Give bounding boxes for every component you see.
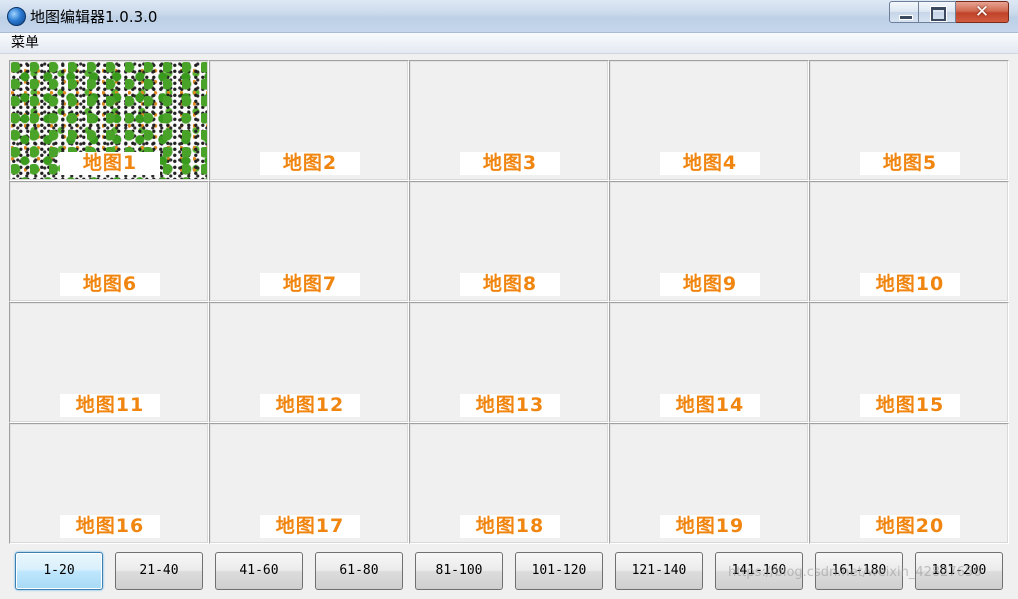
page-range-button[interactable]: 161-180 xyxy=(815,552,903,590)
page-range-button[interactable]: 1-20 xyxy=(15,552,103,590)
map-tile-label: 地图14 xyxy=(660,394,760,417)
map-tile[interactable]: 地图15 xyxy=(809,302,1009,423)
globe-icon xyxy=(7,7,26,26)
map-tile[interactable]: 地图2 xyxy=(209,60,409,181)
minimize-icon xyxy=(899,15,913,20)
page-range-button[interactable]: 141-160 xyxy=(715,552,803,590)
page-range-button[interactable]: 181-200 xyxy=(915,552,1003,590)
close-button[interactable]: ✕ xyxy=(956,1,1009,23)
map-tile-label: 地图19 xyxy=(660,515,760,538)
map-tile-label: 地图12 xyxy=(260,394,360,417)
map-tile-label: 地图7 xyxy=(260,273,360,296)
map-tile-label: 地图20 xyxy=(860,515,960,538)
map-tile-label: 地图17 xyxy=(260,515,360,538)
map-tile[interactable]: 地图5 xyxy=(809,60,1009,181)
map-tile[interactable]: 地图7 xyxy=(209,181,409,302)
map-tile-label: 地图1 xyxy=(60,152,160,175)
map-editor-window: 地图编辑器1.0.3.0 ✕ 菜单 地图1 地图2 地图3 地图4 地图5 地图6 地图7 地… xyxy=(0,0,1018,599)
map-tile-label: 地图8 xyxy=(460,273,560,296)
map-tile[interactable]: 地图12 xyxy=(209,302,409,423)
map-tile-label: 地图9 xyxy=(660,273,760,296)
map-tile[interactable]: 地图14 xyxy=(609,302,809,423)
title-bar[interactable]: 地图编辑器1.0.3.0 ✕ xyxy=(0,0,1018,33)
map-tile[interactable]: 地图4 xyxy=(609,60,809,181)
menu-bar: 菜单 xyxy=(0,33,1018,54)
map-tile-label: 地图5 xyxy=(860,152,960,175)
menu-item-main[interactable]: 菜单 xyxy=(11,34,39,52)
map-tile-label: 地图13 xyxy=(460,394,560,417)
page-range-button[interactable]: 41-60 xyxy=(215,552,303,590)
page-range-button[interactable]: 101-120 xyxy=(515,552,603,590)
map-tile[interactable]: 地图19 xyxy=(609,423,809,544)
map-tile[interactable]: 地图18 xyxy=(409,423,609,544)
map-tile[interactable]: 地图20 xyxy=(809,423,1009,544)
map-tile[interactable]: 地图16 xyxy=(9,423,209,544)
map-tile-label: 地图6 xyxy=(60,273,160,296)
map-tile[interactable]: 地图10 xyxy=(809,181,1009,302)
page-range-button[interactable]: 61-80 xyxy=(315,552,403,590)
map-tile[interactable]: 地图1 xyxy=(9,60,209,181)
map-tile-label: 地图18 xyxy=(460,515,560,538)
map-tile[interactable]: 地图9 xyxy=(609,181,809,302)
map-tile[interactable]: 地图17 xyxy=(209,423,409,544)
maximize-icon xyxy=(931,7,946,21)
map-tile-label: 地图11 xyxy=(60,394,160,417)
map-tile[interactable]: 地图8 xyxy=(409,181,609,302)
page-range-button[interactable]: 81-100 xyxy=(415,552,503,590)
map-tile-label: 地图2 xyxy=(260,152,360,175)
map-tile[interactable]: 地图6 xyxy=(9,181,209,302)
maximize-button[interactable] xyxy=(919,1,956,23)
close-icon: ✕ xyxy=(974,2,990,22)
window-title: 地图编辑器1.0.3.0 xyxy=(30,8,158,26)
map-tile[interactable]: 地图13 xyxy=(409,302,609,423)
page-range-bar: 1-20 21-40 41-60 61-80 81-100 101-120 121-140 1… xyxy=(0,548,1018,596)
page-range-button[interactable]: 21-40 xyxy=(115,552,203,590)
minimize-button[interactable] xyxy=(889,1,919,23)
page-range-button[interactable]: 121-140 xyxy=(615,552,703,590)
map-tile-label: 地图4 xyxy=(660,152,760,175)
map-grid: 地图1 地图2 地图3 地图4 地图5 地图6 地图7 地图8 地图9 地图10 地图11 地图12 地… xyxy=(9,60,1009,544)
map-tile-label: 地图16 xyxy=(60,515,160,538)
map-tile-label: 地图3 xyxy=(460,152,560,175)
map-tile[interactable]: 地图3 xyxy=(409,60,609,181)
map-tile-label: 地图15 xyxy=(860,394,960,417)
map-tile-label: 地图10 xyxy=(860,273,960,296)
map-tile[interactable]: 地图11 xyxy=(9,302,209,423)
